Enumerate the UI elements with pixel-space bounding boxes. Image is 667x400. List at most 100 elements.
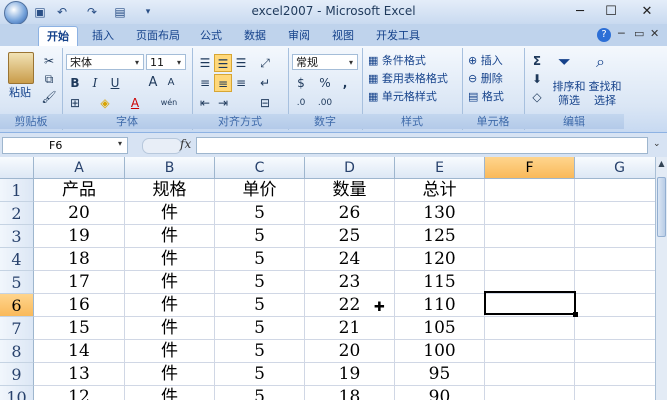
- cell-d7[interactable]: 21: [305, 317, 395, 340]
- row-header[interactable]: 2: [0, 202, 34, 225]
- tab-data[interactable]: 数据: [236, 26, 274, 46]
- tab-view[interactable]: 视图: [324, 26, 362, 46]
- paste-icon[interactable]: [8, 52, 34, 84]
- cell-f9[interactable]: [485, 363, 575, 386]
- maximize-button[interactable]: ☐: [596, 2, 626, 22]
- cell-e4[interactable]: 120: [395, 248, 485, 271]
- comma-button[interactable]: ,: [336, 74, 354, 92]
- scroll-thumb[interactable]: [657, 177, 666, 237]
- currency-button[interactable]: $: [292, 74, 310, 92]
- tab-insert[interactable]: 插入: [84, 26, 122, 46]
- tab-review[interactable]: 审阅: [280, 26, 318, 46]
- cell-d2[interactable]: 26: [305, 202, 395, 225]
- cell-g7[interactable]: [575, 317, 655, 340]
- align-center-icon[interactable]: ≡: [214, 74, 232, 92]
- phonetic-button[interactable]: wén: [160, 94, 178, 112]
- align-bottom-icon[interactable]: ☰: [232, 54, 250, 72]
- scroll-up-icon[interactable]: ▲: [657, 159, 666, 173]
- fill-color-icon[interactable]: ◈: [96, 94, 114, 112]
- grow-font-button[interactable]: A: [144, 74, 162, 92]
- tab-formulas[interactable]: 公式: [192, 26, 230, 46]
- column-header-e[interactable]: E: [395, 157, 485, 179]
- cell-d4[interactable]: 24: [305, 248, 395, 271]
- cell-a7[interactable]: 15: [34, 317, 125, 340]
- cell-e5[interactable]: 115: [395, 271, 485, 294]
- cell-g8[interactable]: [575, 340, 655, 363]
- align-middle-icon[interactable]: ☰: [214, 54, 232, 72]
- cell-g6[interactable]: [575, 294, 655, 317]
- cell-e7[interactable]: 105: [395, 317, 485, 340]
- cell-a2[interactable]: 20: [34, 202, 125, 225]
- cell-c1[interactable]: 单价: [215, 179, 305, 202]
- cell-g10[interactable]: [575, 386, 655, 400]
- row-header[interactable]: 8: [0, 340, 34, 363]
- column-header-d[interactable]: D: [305, 157, 395, 179]
- insert-function-button[interactable]: fx: [180, 137, 191, 151]
- shrink-font-button[interactable]: A: [162, 74, 180, 92]
- cell-f3[interactable]: [485, 225, 575, 248]
- sort-filter-icon[interactable]: ⏷: [558, 52, 571, 72]
- find-select-label-2[interactable]: 选择: [586, 92, 624, 108]
- font-name-combo[interactable]: 宋体 ▾: [66, 54, 144, 70]
- delete-cells-button[interactable]: ⊖ 删除: [468, 70, 503, 88]
- cell-a5[interactable]: 17: [34, 271, 125, 294]
- cell-b3[interactable]: 件: [125, 225, 215, 248]
- cell-e6[interactable]: 110: [395, 294, 485, 317]
- cell-c10[interactable]: 5: [215, 386, 305, 400]
- increase-decimal-button[interactable]: .0: [292, 94, 310, 112]
- minimize-button[interactable]: ─: [565, 2, 595, 22]
- tab-home[interactable]: 开始: [38, 26, 78, 47]
- help-icon[interactable]: ?: [597, 28, 611, 42]
- cell-g5[interactable]: [575, 271, 655, 294]
- close-button[interactable]: ✕: [632, 2, 662, 22]
- cell-d10[interactable]: 18: [305, 386, 395, 400]
- cell-g3[interactable]: [575, 225, 655, 248]
- cell-g1[interactable]: [575, 179, 655, 202]
- number-format-combo[interactable]: 常规 ▾: [292, 54, 358, 70]
- bold-button[interactable]: B: [66, 74, 84, 92]
- column-header-g[interactable]: G: [575, 157, 655, 179]
- format-painter-icon[interactable]: 🖌: [40, 88, 58, 106]
- cell-a1[interactable]: 产品: [34, 179, 125, 202]
- increase-indent-icon[interactable]: ⇥: [214, 94, 232, 112]
- cell-f1[interactable]: [485, 179, 575, 202]
- cell-b4[interactable]: 件: [125, 248, 215, 271]
- decrease-decimal-button[interactable]: .00: [316, 94, 334, 112]
- cell-b1[interactable]: 规格: [125, 179, 215, 202]
- cell-a6[interactable]: 16: [34, 294, 125, 317]
- chevron-down-icon[interactable]: ▾: [345, 55, 357, 69]
- wrap-text-icon[interactable]: ↵: [256, 74, 274, 92]
- column-header-a[interactable]: A: [34, 157, 125, 179]
- cell-c5[interactable]: 5: [215, 271, 305, 294]
- borders-icon[interactable]: ⊞: [66, 94, 84, 112]
- sort-filter-label-2[interactable]: 筛选: [550, 92, 588, 108]
- tab-page-layout[interactable]: 页面布局: [128, 26, 188, 46]
- align-top-icon[interactable]: ☰: [196, 54, 214, 72]
- expand-formula-icon[interactable]: ⌄: [653, 139, 661, 149]
- font-size-combo[interactable]: 11 ▾: [146, 54, 186, 70]
- cell-e3[interactable]: 125: [395, 225, 485, 248]
- ribbon-minimize-icon[interactable]: ─: [618, 27, 625, 40]
- column-header-b[interactable]: B: [125, 157, 215, 179]
- name-box[interactable]: F6: [2, 137, 128, 154]
- cell-b7[interactable]: 件: [125, 317, 215, 340]
- cell-c7[interactable]: 5: [215, 317, 305, 340]
- cell-b9[interactable]: 件: [125, 363, 215, 386]
- cell-b10[interactable]: 件: [125, 386, 215, 400]
- cell-d1[interactable]: 数量: [305, 179, 395, 202]
- conditional-format-button[interactable]: ▦ 条件格式: [368, 52, 426, 70]
- cell-d8[interactable]: 20: [305, 340, 395, 363]
- paste-button[interactable]: 粘贴: [4, 84, 36, 100]
- cell-c8[interactable]: 5: [215, 340, 305, 363]
- cell-g4[interactable]: [575, 248, 655, 271]
- row-header[interactable]: 9: [0, 363, 34, 386]
- font-color-button[interactable]: A: [126, 94, 144, 112]
- cell-f7[interactable]: [485, 317, 575, 340]
- cell-a4[interactable]: 18: [34, 248, 125, 271]
- orientation-icon[interactable]: ⤢: [256, 54, 274, 72]
- row-header[interactable]: 4: [0, 248, 34, 271]
- select-all-corner[interactable]: [0, 157, 34, 179]
- active-cell-selection[interactable]: [484, 291, 578, 317]
- ribbon-restore-icon[interactable]: ▭: [634, 27, 644, 40]
- cell-e9[interactable]: 95: [395, 363, 485, 386]
